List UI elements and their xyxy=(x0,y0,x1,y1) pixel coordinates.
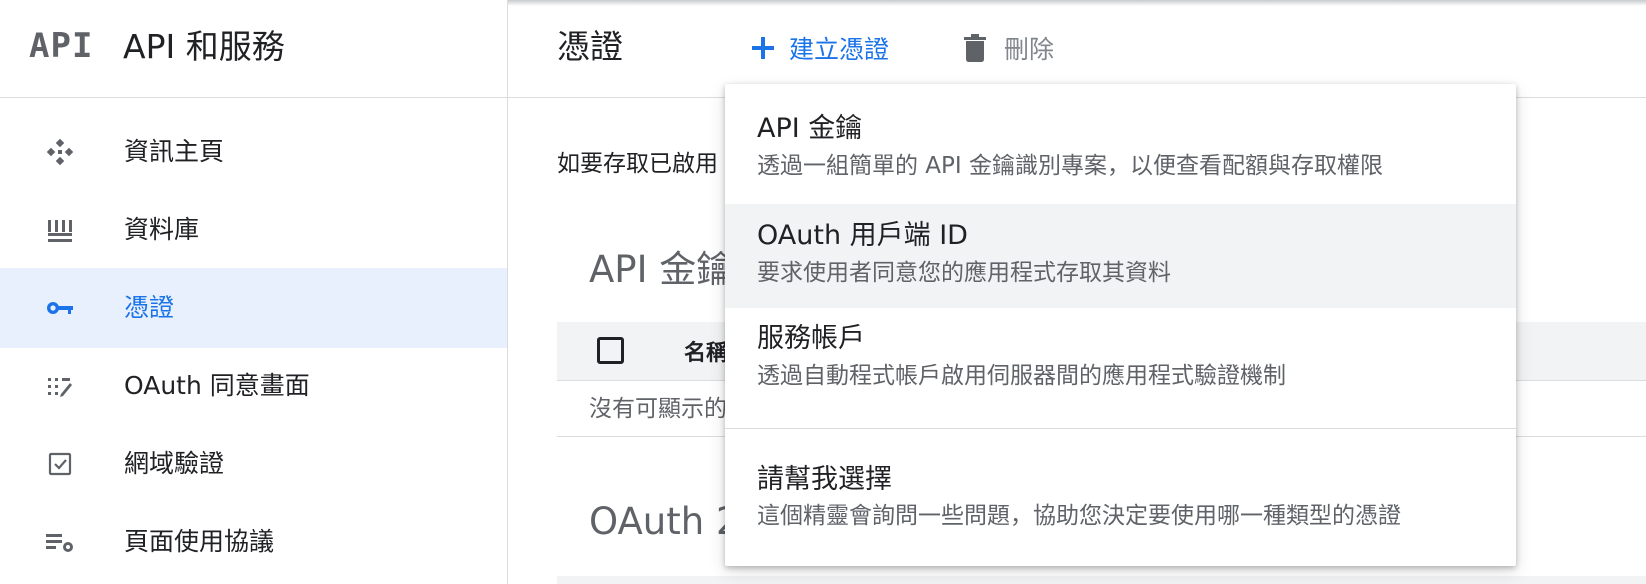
sidebar-item-label: 憑證 xyxy=(124,293,175,322)
menu-divider xyxy=(725,428,1516,429)
menu-item-service-account[interactable]: 服務帳戶 透過自動程式帳戶啟用伺服器間的應用程式驗證機制 xyxy=(725,308,1516,412)
menu-item-title: 服務帳戶 xyxy=(757,323,865,354)
delete-button[interactable]: 刪除 xyxy=(962,28,1054,68)
trash-icon xyxy=(964,34,986,62)
sidebar-title: API 和服務 xyxy=(123,27,285,66)
delete-label: 刪除 xyxy=(1004,35,1055,64)
intro-text: 如要存取已啟用 xyxy=(557,151,718,177)
api-logo: API xyxy=(29,26,94,66)
menu-item-api-key[interactable]: API 金鑰 透過一組簡單的 API 金鑰識別專案，以便查看配額與存取權限 xyxy=(725,98,1516,188)
sidebar-item-library[interactable]: 資料庫 xyxy=(0,190,507,270)
sidebar: API API 和服務 資訊主頁 資料庫 憑證 OAuth 同意畫面 網域驗證 … xyxy=(0,0,508,584)
library-icon xyxy=(44,216,76,244)
sidebar-header: API API 和服務 xyxy=(0,0,507,98)
sidebar-item-page-usage[interactable]: 頁面使用協議 xyxy=(0,502,507,582)
create-credentials-button[interactable]: 建立憑證 xyxy=(749,28,889,68)
menu-item-description: 這個精靈會詢問一些問題，協助您決定要使用哪一種類型的憑證 xyxy=(757,503,1401,529)
menu-item-oauth-client-id[interactable]: OAuth 用戶端 ID 要求使用者同意您的應用程式存取其資料 xyxy=(725,204,1516,308)
page-title: 憑證 xyxy=(557,27,623,66)
menu-item-title: API 金鑰 xyxy=(757,113,863,144)
menu-item-title: 請幫我選擇 xyxy=(757,464,892,495)
menu-item-description: 透過自動程式帳戶啟用伺服器間的應用程式驗證機制 xyxy=(757,363,1286,389)
oauth-table-header xyxy=(557,576,1646,584)
sidebar-item-domain-verification[interactable]: 網域驗證 xyxy=(0,424,507,504)
menu-item-description: 要求使用者同意您的應用程式存取其資料 xyxy=(757,260,1171,286)
column-header-name: 名稱 xyxy=(684,341,729,366)
sidebar-item-label: 資料庫 xyxy=(124,215,200,244)
sidebar-item-label: 頁面使用協議 xyxy=(124,527,275,556)
oauth-section-title: OAuth 2 xyxy=(589,500,740,543)
consent-icon xyxy=(44,372,76,400)
create-credentials-menu: API 金鑰 透過一組簡單的 API 金鑰識別專案，以便查看配額與存取權限 OA… xyxy=(725,84,1516,566)
settings-list-icon xyxy=(44,528,76,556)
select-all-checkbox[interactable] xyxy=(597,337,624,364)
menu-item-help-me-choose[interactable]: 請幫我選擇 這個精靈會詢問一些問題，協助您決定要使用哪一種類型的憑證 xyxy=(725,442,1516,542)
key-icon xyxy=(44,294,76,322)
dashboard-icon xyxy=(44,138,76,166)
sidebar-item-oauth-consent[interactable]: OAuth 同意畫面 xyxy=(0,346,507,426)
sidebar-item-label: 資訊主頁 xyxy=(124,137,225,166)
api-keys-section-title: API 金鑰 xyxy=(589,248,734,291)
sidebar-item-label: OAuth 同意畫面 xyxy=(124,371,310,400)
menu-item-description: 透過一組簡單的 API 金鑰識別專案，以便查看配額與存取權限 xyxy=(757,153,1384,179)
domain-check-icon xyxy=(44,450,76,478)
menu-item-title: OAuth 用戶端 ID xyxy=(757,220,968,251)
empty-table-text: 沒有可顯示的 xyxy=(589,396,727,422)
plus-icon xyxy=(752,37,774,59)
sidebar-item-label: 網域驗證 xyxy=(124,449,225,478)
sidebar-item-credentials[interactable]: 憑證 xyxy=(0,268,507,348)
create-credentials-label: 建立憑證 xyxy=(789,35,890,64)
sidebar-item-dashboard[interactable]: 資訊主頁 xyxy=(0,112,507,192)
